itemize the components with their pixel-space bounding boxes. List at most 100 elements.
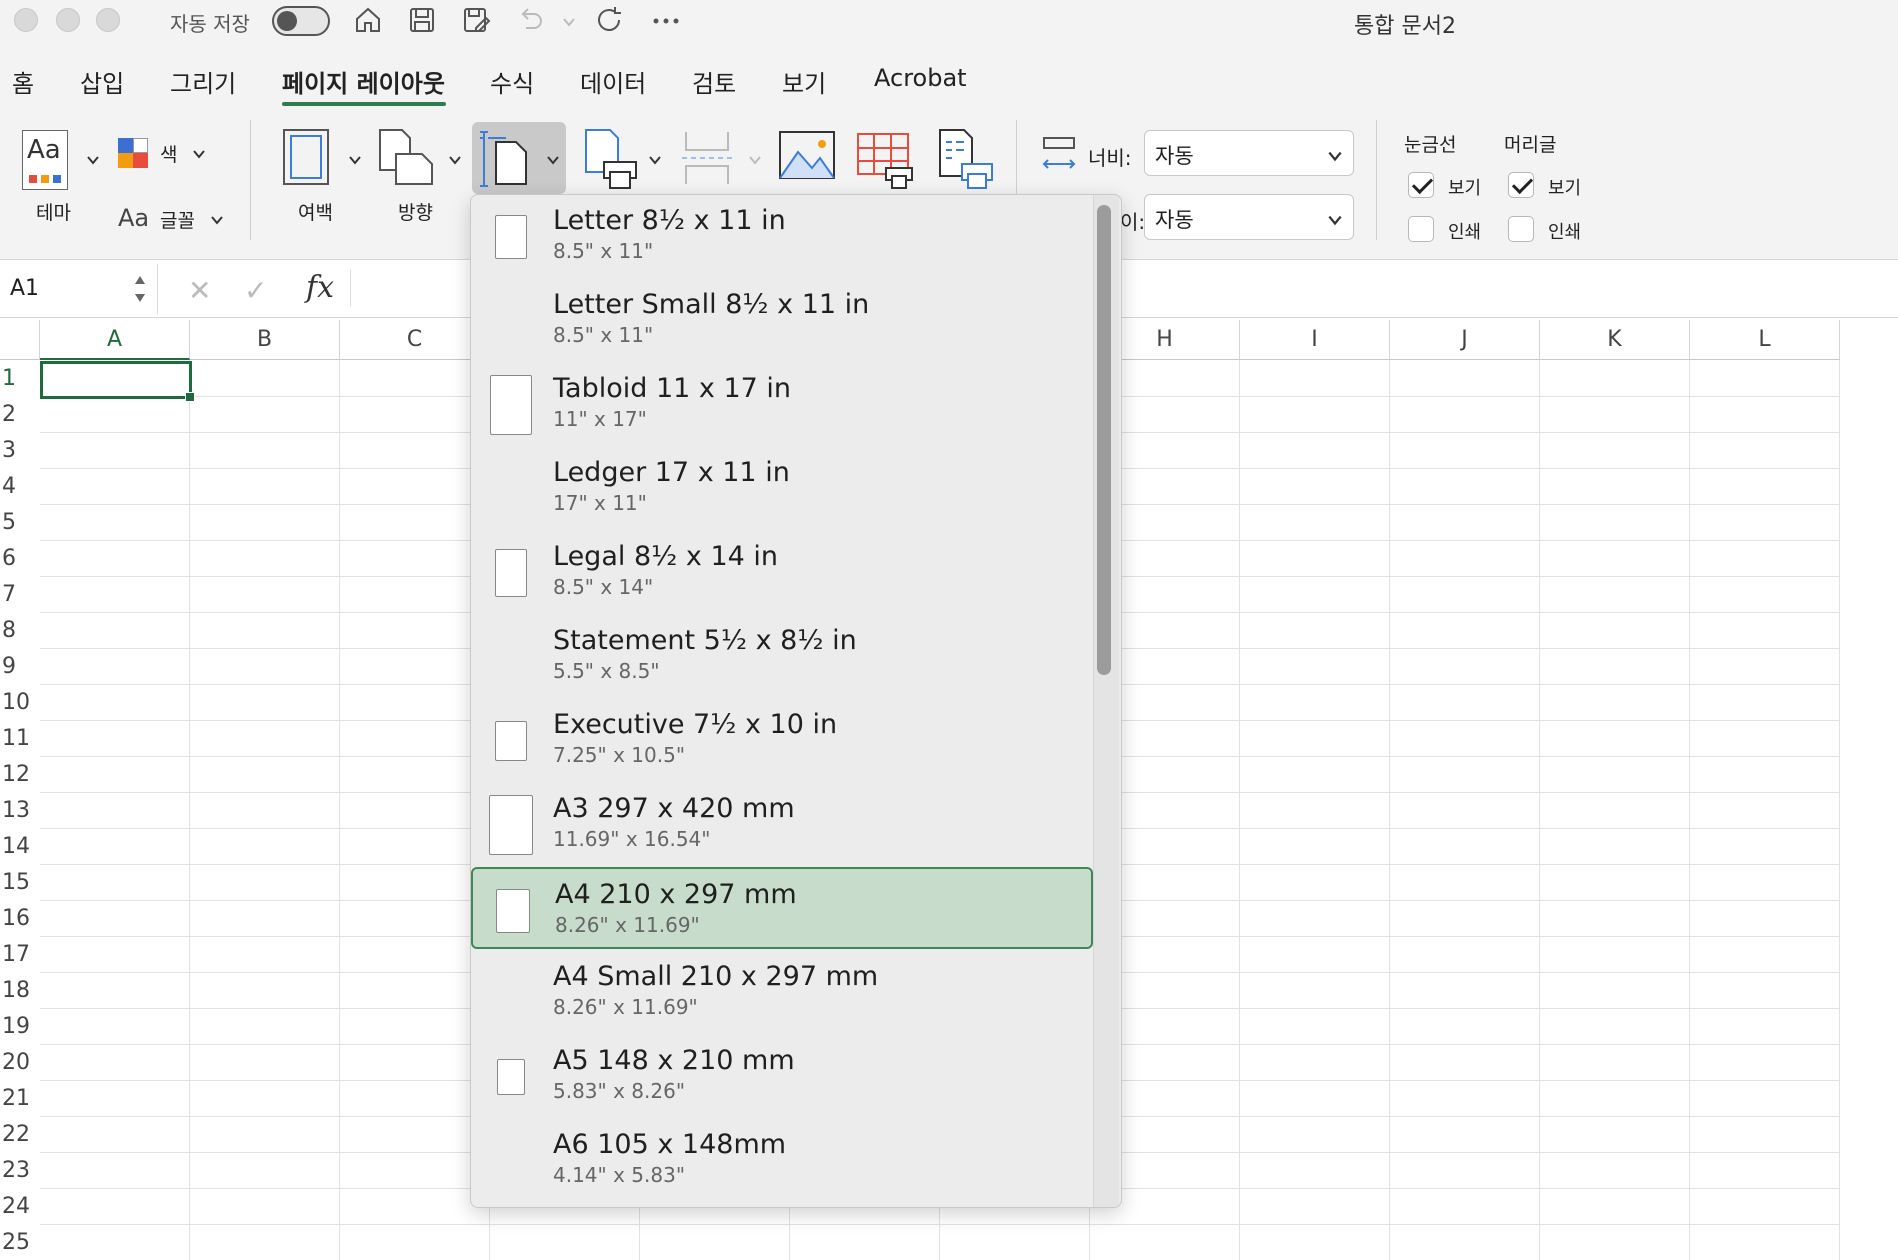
print-titles-icon[interactable] bbox=[856, 132, 916, 190]
colors-chevron-down-icon[interactable] bbox=[192, 146, 206, 160]
close-window-button[interactable] bbox=[14, 8, 38, 32]
headings-view-checkbox[interactable] bbox=[1508, 172, 1534, 198]
tab-acrobat[interactable]: Acrobat bbox=[874, 64, 967, 92]
column-header-i[interactable]: I bbox=[1240, 320, 1390, 360]
gridlines-view-checkbox[interactable] bbox=[1408, 172, 1434, 198]
themes-button[interactable]: Aa bbox=[22, 130, 68, 190]
paper-size-item[interactable]: A5 148 x 210 mm 5.83" x 8.26" bbox=[471, 1035, 1093, 1117]
row-header-8[interactable]: 8 bbox=[0, 618, 40, 643]
page-setup-icon[interactable] bbox=[938, 128, 996, 190]
autosave-toggle[interactable] bbox=[272, 6, 330, 36]
column-header-a[interactable]: A bbox=[40, 320, 190, 360]
minimize-window-button[interactable] bbox=[56, 8, 80, 32]
fonts-label[interactable]: 글꼴 bbox=[160, 206, 195, 233]
row-header-2[interactable]: 2 bbox=[0, 402, 40, 427]
row-header-5[interactable]: 5 bbox=[0, 510, 40, 535]
fonts-icon[interactable]: Aa bbox=[118, 204, 149, 232]
row-header-4[interactable]: 4 bbox=[0, 474, 40, 499]
row-header-25[interactable]: 25 bbox=[0, 1230, 40, 1255]
paper-size-item[interactable]: A3 297 x 420 mm 11.69" x 16.54" bbox=[471, 783, 1093, 865]
row-header-7[interactable]: 7 bbox=[0, 582, 40, 607]
paper-size-item[interactable]: Tabloid 11 x 17 in 11" x 17" bbox=[471, 363, 1093, 445]
column-header-c[interactable]: C bbox=[340, 320, 490, 360]
column-header-l[interactable]: L bbox=[1690, 320, 1840, 360]
enter-check-icon[interactable]: ✓ bbox=[244, 274, 267, 307]
orientation-chevron-down-icon[interactable] bbox=[448, 152, 462, 166]
tab-home[interactable]: 홈 bbox=[12, 64, 34, 99]
width-select[interactable]: 자동 bbox=[1144, 130, 1354, 176]
size-button[interactable] bbox=[472, 122, 566, 194]
paper-size-dimensions: 5.5" x 8.5" bbox=[553, 659, 660, 683]
save-icon[interactable] bbox=[406, 4, 438, 36]
column-header-k[interactable]: K bbox=[1540, 320, 1690, 360]
home-icon[interactable] bbox=[352, 4, 384, 36]
row-header-19[interactable]: 19 bbox=[0, 1014, 40, 1039]
row-header-16[interactable]: 16 bbox=[0, 906, 40, 931]
row-header-6[interactable]: 6 bbox=[0, 546, 40, 571]
colors-icon[interactable] bbox=[118, 138, 148, 168]
paper-size-item[interactable]: Legal 8½ x 14 in 8.5" x 14" bbox=[471, 531, 1093, 613]
row-header-13[interactable]: 13 bbox=[0, 798, 40, 823]
margins-chevron-down-icon[interactable] bbox=[348, 152, 362, 166]
paper-size-item[interactable]: Executive 7½ x 10 in 7.25" x 10.5" bbox=[471, 699, 1093, 781]
insert-function-icon[interactable]: fx bbox=[306, 270, 334, 305]
more-options-icon[interactable] bbox=[650, 4, 682, 36]
row-header-20[interactable]: 20 bbox=[0, 1050, 40, 1075]
undo-chevron-down-icon[interactable] bbox=[562, 14, 576, 28]
row-header-12[interactable]: 12 bbox=[0, 762, 40, 787]
cancel-icon[interactable]: ✕ bbox=[188, 274, 211, 307]
fonts-chevron-down-icon[interactable] bbox=[210, 212, 224, 226]
row-header-22[interactable]: 22 bbox=[0, 1122, 40, 1147]
breaks-chevron-down-icon[interactable] bbox=[748, 152, 762, 166]
paper-size-item[interactable]: Ledger 17 x 11 in 17" x 11" bbox=[471, 447, 1093, 529]
paper-size-item[interactable]: Letter Small 8½ x 11 in 8.5" x 11" bbox=[471, 279, 1093, 361]
print-area-icon[interactable] bbox=[584, 128, 644, 190]
colors-label[interactable]: 색 bbox=[160, 140, 177, 167]
selected-cell-a1[interactable] bbox=[40, 361, 195, 402]
save-as-icon[interactable] bbox=[460, 4, 492, 36]
row-header-14[interactable]: 14 bbox=[0, 834, 40, 859]
breaks-icon[interactable] bbox=[682, 130, 732, 186]
tab-insert[interactable]: 삽입 bbox=[80, 64, 124, 99]
tab-view[interactable]: 보기 bbox=[782, 64, 826, 99]
row-header-9[interactable]: 9 bbox=[0, 654, 40, 679]
row-header-23[interactable]: 23 bbox=[0, 1158, 40, 1183]
row-header-17[interactable]: 17 bbox=[0, 942, 40, 967]
grid-column-line bbox=[1689, 360, 1690, 1260]
orientation-icon[interactable] bbox=[378, 128, 434, 186]
name-box[interactable]: A1 bbox=[0, 264, 158, 314]
column-header-b[interactable]: B bbox=[190, 320, 340, 360]
print-area-chevron-down-icon[interactable] bbox=[648, 152, 662, 166]
redo-icon[interactable] bbox=[594, 4, 626, 36]
background-image-icon[interactable] bbox=[778, 130, 836, 182]
tab-draw[interactable]: 그리기 bbox=[170, 64, 236, 99]
row-header-11[interactable]: 11 bbox=[0, 726, 40, 751]
paper-size-item[interactable]: A4 210 x 297 mm 8.26" x 11.69" bbox=[471, 867, 1093, 949]
themes-chevron-down-icon[interactable] bbox=[86, 152, 100, 166]
paper-size-item[interactable]: Letter 8½ x 11 in 8.5" x 11" bbox=[471, 195, 1093, 277]
tab-page-layout[interactable]: 페이지 레이아웃 bbox=[282, 64, 445, 99]
select-all-corner[interactable] bbox=[0, 320, 40, 360]
row-header-15[interactable]: 15 bbox=[0, 870, 40, 895]
margins-icon[interactable] bbox=[282, 128, 330, 186]
undo-icon[interactable] bbox=[514, 4, 546, 36]
gridlines-print-checkbox[interactable] bbox=[1408, 216, 1434, 242]
zoom-window-button[interactable] bbox=[96, 8, 120, 32]
tab-data[interactable]: 데이터 bbox=[580, 64, 646, 99]
row-header-21[interactable]: 21 bbox=[0, 1086, 40, 1111]
height-select[interactable]: 자동 bbox=[1144, 194, 1354, 240]
paper-size-item[interactable]: A6 105 x 148mm 4.14" x 5.83" bbox=[471, 1119, 1093, 1201]
tab-formulas[interactable]: 수식 bbox=[490, 64, 534, 99]
row-header-10[interactable]: 10 bbox=[0, 690, 40, 715]
headings-print-checkbox[interactable] bbox=[1508, 216, 1534, 242]
row-header-18[interactable]: 18 bbox=[0, 978, 40, 1003]
menu-scrollbar-thumb[interactable] bbox=[1097, 205, 1111, 675]
row-header-24[interactable]: 24 bbox=[0, 1194, 40, 1219]
column-header-j[interactable]: J bbox=[1390, 320, 1540, 360]
tab-review[interactable]: 검토 bbox=[692, 64, 736, 99]
paper-size-item[interactable]: A4 Small 210 x 297 mm 8.26" x 11.69" bbox=[471, 951, 1093, 1033]
row-header-1[interactable]: 1 bbox=[0, 366, 40, 391]
size-chevron-down-icon[interactable] bbox=[546, 152, 560, 166]
paper-size-item[interactable]: Statement 5½ x 8½ in 5.5" x 8.5" bbox=[471, 615, 1093, 697]
row-header-3[interactable]: 3 bbox=[0, 438, 40, 463]
